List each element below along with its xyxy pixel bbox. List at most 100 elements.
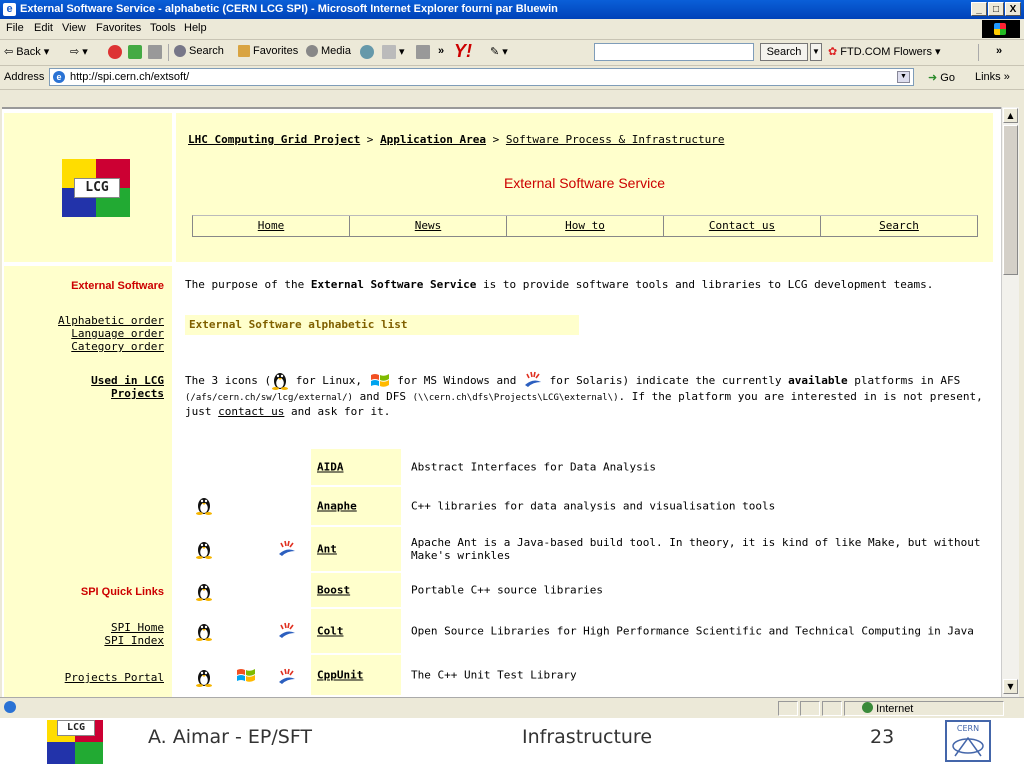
package-link-boost[interactable]: Boost xyxy=(317,584,350,597)
breadcrumb-spi-link[interactable]: Software Process & Infrastructure xyxy=(506,133,725,146)
address-url: http://spi.cern.ch/extsoft/ xyxy=(70,71,190,83)
favorites-button[interactable]: Favorites xyxy=(238,45,298,58)
menu-tools[interactable]: Tools xyxy=(150,22,176,34)
status-cell xyxy=(800,701,820,716)
sidebar-link-category[interactable]: Category order xyxy=(71,340,164,353)
nav-news[interactable]: News xyxy=(350,216,507,236)
home-icon xyxy=(148,45,162,59)
breadcrumb-app-area-link[interactable]: Application Area xyxy=(380,133,486,146)
search-button[interactable]: Search xyxy=(174,45,224,58)
search-dropdown-button[interactable]: ▼ xyxy=(810,43,822,61)
yahoo-search-input[interactable] xyxy=(594,43,754,61)
package-link-colt[interactable]: Colt xyxy=(317,625,344,638)
package-link-aida[interactable]: AIDA xyxy=(317,461,344,474)
cern-logo: CERN xyxy=(945,720,991,762)
sidebar-link-used-in-lcg[interactable]: Used in LCG xyxy=(91,374,164,387)
list-title: External Software alphabetic list xyxy=(185,315,579,335)
package-description: Portable C++ source libraries xyxy=(411,583,604,597)
package-link-anaphe[interactable]: Anaphe xyxy=(317,500,357,513)
top-nav: Home News How to Contact us Search xyxy=(192,215,978,237)
toolbar-search-button[interactable]: Search xyxy=(760,43,808,61)
menu-view[interactable]: View xyxy=(62,22,86,34)
page-title: External Software Service xyxy=(503,175,666,191)
media-icon xyxy=(306,45,318,58)
package-description: Abstract Interfaces for Data Analysis xyxy=(411,460,657,474)
page-header: LHC Computing Grid Project > Application… xyxy=(176,113,993,262)
refresh-button[interactable] xyxy=(128,45,145,59)
links-button[interactable]: Links » xyxy=(975,71,1010,83)
lcg-logo-text: LCG xyxy=(74,178,120,198)
search-icon xyxy=(174,45,186,58)
history-icon xyxy=(360,45,374,59)
history-button[interactable] xyxy=(360,45,377,59)
sidebar: External Software Alphabetic order Langu… xyxy=(4,266,172,697)
sidebar-link-spi-index[interactable]: SPI Index xyxy=(104,634,164,647)
flowers-button[interactable]: ✿ FTD.COM Flowers ▾ xyxy=(828,45,941,58)
package-link-ant[interactable]: Ant xyxy=(317,543,337,556)
package-description: C++ libraries for data analysis and visu… xyxy=(411,499,776,513)
solaris-icon xyxy=(279,622,295,638)
sidebar-link-projects[interactable]: Projects xyxy=(111,387,164,400)
address-dropdown-button[interactable]: ▼ xyxy=(897,71,910,83)
scroll-up-button[interactable]: ▲ xyxy=(1003,108,1018,123)
toolbar-overflow-button[interactable]: » xyxy=(438,45,444,57)
ie-app-icon[interactable]: e xyxy=(3,3,16,16)
table-row: Anaphe C++ libraries for data analysis a… xyxy=(185,487,985,525)
menu-help[interactable]: Help xyxy=(184,22,207,34)
slide-footer: LCG A. Aimar - EP/SFT Infrastructure 23 … xyxy=(0,718,1024,768)
footer-page-number: 23 xyxy=(870,726,895,748)
stop-button[interactable] xyxy=(108,45,125,59)
footer-topic: Infrastructure xyxy=(522,726,653,748)
table-row: Colt Open Source Libraries for High Perf… xyxy=(185,609,985,653)
nav-contact-us[interactable]: Contact us xyxy=(664,216,821,236)
package-link-cppunit[interactable]: CppUnit xyxy=(317,669,363,682)
address-input[interactable]: e http://spi.cern.ch/extsoft/ ▼ xyxy=(49,68,914,86)
status-cell xyxy=(778,701,798,716)
back-button[interactable]: ⇦ Back ▾ xyxy=(4,45,49,58)
mail-button[interactable]: ▾ xyxy=(382,45,405,60)
back-arrow-icon: ⇦ xyxy=(4,46,17,58)
nav-home[interactable]: Home xyxy=(193,216,350,236)
refresh-icon xyxy=(128,45,142,59)
menu-file[interactable]: File xyxy=(6,22,24,34)
minimize-button[interactable]: _ xyxy=(971,2,987,16)
linux-icon xyxy=(196,542,212,559)
stop-icon xyxy=(108,45,122,59)
scroll-thumb[interactable] xyxy=(1003,125,1018,275)
windows-icon xyxy=(237,669,255,682)
menu-edit[interactable]: Edit xyxy=(34,22,53,34)
sidebar-link-spi-home[interactable]: SPI Home xyxy=(111,621,164,634)
go-button[interactable]: ➜ Go xyxy=(928,71,955,84)
contact-us-link[interactable]: contact us xyxy=(218,405,284,418)
title-bar[interactable]: e External Software Service - alphabetic… xyxy=(0,0,1024,19)
solaris-icon xyxy=(525,371,542,387)
sidebar-link-language[interactable]: Language order xyxy=(71,327,164,340)
sidebar-link-projects-portal[interactable]: Projects Portal xyxy=(65,671,164,684)
table-row: Ant Apache Ant is a Java-based build too… xyxy=(185,527,985,571)
breadcrumb-lcg-link[interactable]: LHC Computing Grid Project xyxy=(188,133,360,146)
forward-button[interactable]: ⇨ ▾ xyxy=(70,45,88,58)
platform-icons-paragraph: The 3 icons ( for Linux, for MS Windows … xyxy=(185,370,985,419)
print-button[interactable] xyxy=(416,45,433,59)
home-button[interactable] xyxy=(148,45,165,59)
status-page-icon xyxy=(4,701,16,713)
scroll-down-button[interactable]: ▼ xyxy=(1003,679,1018,694)
flower-icon: ✿ xyxy=(828,46,838,58)
highlight-button[interactable]: ✎ ▾ xyxy=(490,45,508,58)
nav-how-to[interactable]: How to xyxy=(507,216,664,236)
close-button[interactable]: X xyxy=(1005,2,1021,16)
favorites-icon xyxy=(238,45,250,58)
sidebar-link-alphabetic[interactable]: Alphabetic order xyxy=(58,314,164,327)
solaris-icon xyxy=(279,668,295,684)
yahoo-button[interactable]: Y! xyxy=(454,41,472,62)
nav-search[interactable]: Search xyxy=(821,216,977,236)
linux-icon xyxy=(196,584,212,601)
menu-favorites[interactable]: Favorites xyxy=(96,22,141,34)
media-button[interactable]: Media xyxy=(306,45,351,58)
toolbar-more-button[interactable]: » xyxy=(996,45,1002,57)
maximize-button[interactable]: □ xyxy=(988,2,1004,16)
vertical-scrollbar[interactable]: ▲ ▼ xyxy=(1001,107,1019,697)
linux-icon xyxy=(196,670,212,687)
status-bar: Internet xyxy=(0,697,1024,718)
lcg-logo[interactable]: LCG xyxy=(62,159,130,217)
